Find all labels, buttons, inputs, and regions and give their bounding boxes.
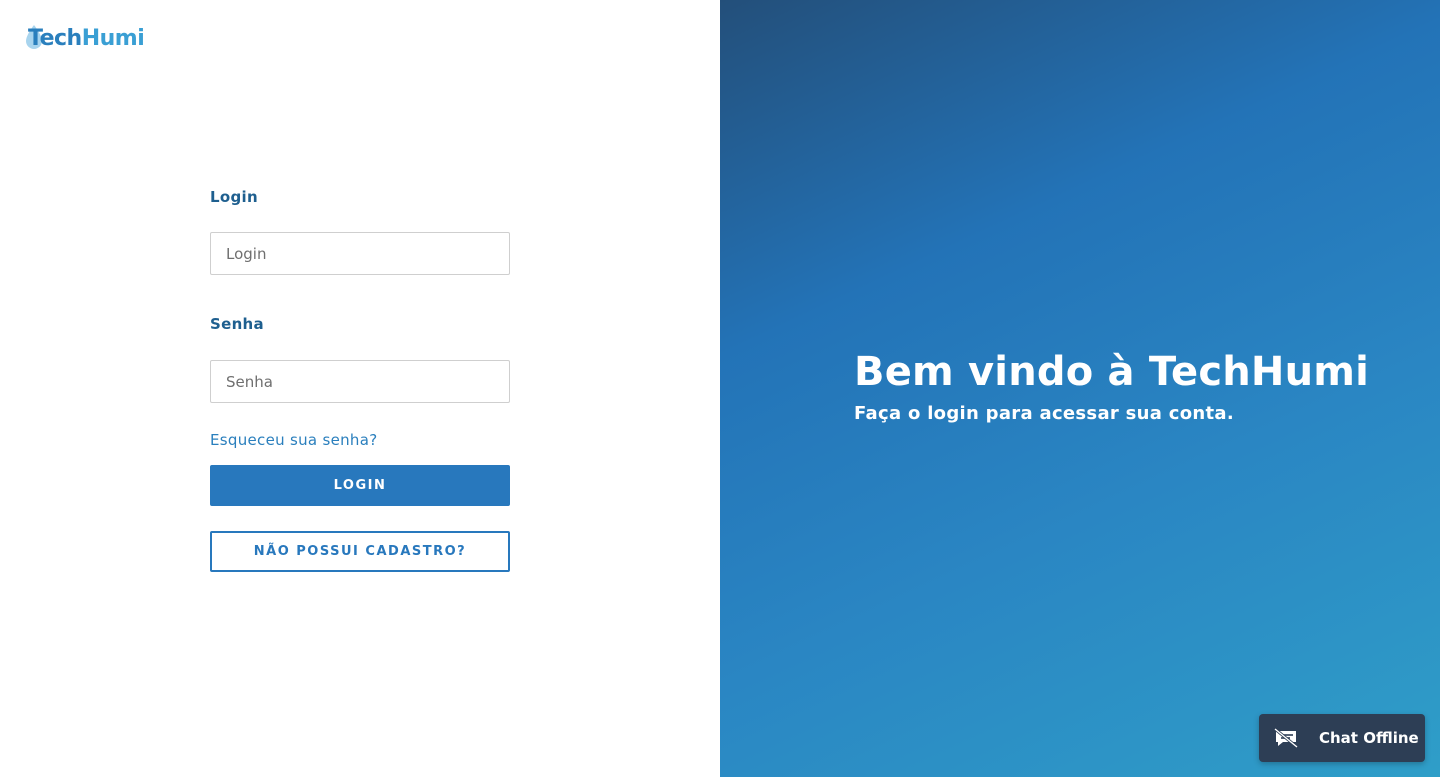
chat-widget[interactable]: Chat Offline	[1259, 714, 1425, 762]
login-panel: TechHumi Login Senha Esqueceu sua senha?…	[0, 0, 720, 777]
password-label: Senha	[210, 315, 264, 333]
welcome-subtitle: Faça o login para acessar sua conta.	[854, 403, 1235, 424]
password-input[interactable]	[210, 360, 510, 403]
brand-name-tech: Tech	[28, 25, 82, 51]
register-button[interactable]: NÃO POSSUI CADASTRO?	[210, 531, 510, 572]
login-page: TechHumi Login Senha Esqueceu sua senha?…	[0, 0, 1440, 777]
login-input[interactable]	[210, 232, 510, 275]
login-form: Login Senha Esqueceu sua senha? LOGIN NÃ…	[210, 184, 510, 572]
brand-name: TechHumi	[28, 25, 145, 51]
brand-logo[interactable]: TechHumi	[24, 22, 145, 54]
login-label: Login	[210, 188, 258, 206]
brand-name-humi: Humi	[81, 25, 145, 51]
forgot-password-link[interactable]: Esqueceu sua senha?	[210, 429, 378, 451]
chat-offline-icon	[1274, 728, 1298, 748]
welcome-block: Bem vindo à TechHumi Faça o login para a…	[854, 346, 1369, 426]
login-button[interactable]: LOGIN	[210, 465, 510, 506]
chat-label: Chat Offline	[1319, 729, 1419, 747]
welcome-panel: Bem vindo à TechHumi Faça o login para a…	[720, 0, 1440, 777]
welcome-title: Bem vindo à TechHumi	[854, 349, 1370, 395]
